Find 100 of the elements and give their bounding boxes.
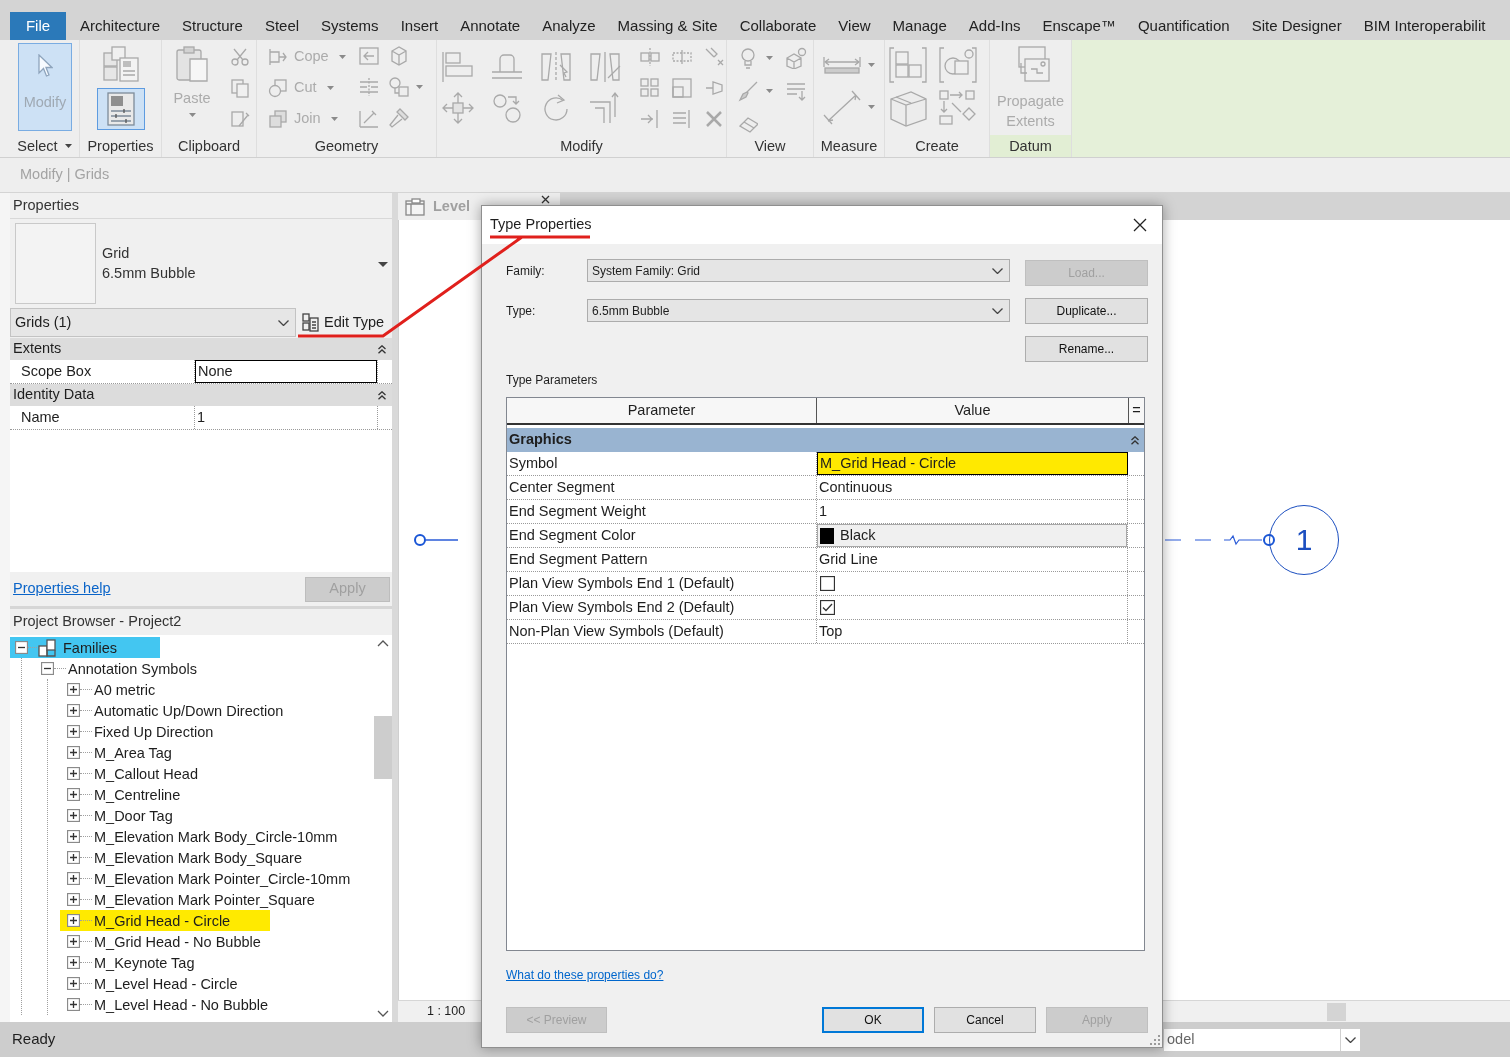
ribbon-tab[interactable]: Analyze	[531, 12, 607, 40]
scrollbar-thumb[interactable]	[1327, 1002, 1346, 1021]
sheet-pencil-icon[interactable]	[230, 109, 250, 129]
close-button[interactable]	[1132, 217, 1148, 233]
checkbox[interactable]	[820, 576, 835, 591]
cubes-sheet-icon[interactable]	[100, 45, 141, 83]
tree-item[interactable]: M_Grid Head - No Bubble	[94, 932, 261, 951]
ribbon-tab[interactable]: BIM Interoperabilit	[1352, 12, 1497, 40]
cube-icon[interactable]	[388, 45, 410, 67]
plus-box-icon[interactable]	[67, 977, 80, 990]
tree-item[interactable]: A0 metric	[94, 680, 156, 699]
plus-box-icon[interactable]	[67, 767, 80, 780]
minus-box-icon[interactable]	[15, 641, 28, 654]
tree-item[interactable]: M_Centreline	[94, 785, 181, 804]
tree-item[interactable]: M_Grid Head - Circle	[94, 911, 231, 930]
dialog-button[interactable]: Rename...	[1025, 336, 1148, 362]
drag-handle-icon[interactable]	[413, 533, 427, 547]
ribbon-tab[interactable]: Collaborate	[728, 12, 828, 40]
dialog-button[interactable]: Cancel	[934, 1007, 1036, 1033]
minus-box-icon[interactable]	[41, 662, 54, 675]
plus-box-icon[interactable]	[67, 788, 80, 801]
group-header[interactable]: Graphics	[507, 429, 572, 451]
flow-shapes-icon[interactable]	[938, 89, 978, 127]
ribbon-tab[interactable]: Structure	[171, 12, 254, 40]
chevron-down-icon[interactable]	[1345, 1036, 1356, 1043]
ribbon-tab[interactable]: Insert	[389, 12, 450, 40]
ribbon-tab[interactable]: Add-Ins	[957, 12, 1032, 40]
group-header[interactable]: Extents	[13, 338, 62, 360]
tree-item[interactable]: M_Level Head - Circle	[94, 974, 238, 993]
model-dropdown[interactable]: odel	[1164, 1028, 1360, 1051]
column-header[interactable]: Parameter	[507, 398, 817, 423]
tree-item[interactable]: M_Elevation Mark Body_Square	[94, 848, 302, 867]
circle-square-icon[interactable]	[388, 76, 410, 98]
plus-box-icon[interactable]	[67, 872, 80, 885]
dialog-button[interactable]: OK	[822, 1007, 924, 1033]
plus-box-icon[interactable]	[67, 851, 80, 864]
scrollbar-thumb[interactable]	[374, 716, 392, 779]
arrow-bar-icon[interactable]	[639, 108, 661, 130]
property-value[interactable]: None	[195, 360, 377, 383]
plus-box-icon[interactable]	[67, 956, 80, 969]
drag-handle-icon[interactable]	[1262, 533, 1276, 547]
mirror-pencil-icon[interactable]	[588, 50, 622, 84]
instance-dropdown[interactable]: Grids (1)	[10, 308, 296, 337]
color-value-button[interactable]: Black	[817, 524, 1127, 547]
property-value[interactable]: 1	[195, 406, 377, 429]
ribbon-tab[interactable]: Quantification	[1126, 12, 1241, 40]
grid-squares-icon[interactable]	[639, 77, 661, 99]
plus-box-icon[interactable]	[67, 746, 80, 759]
plus-box-icon[interactable]	[67, 683, 80, 696]
edit-type-button[interactable]: Edit Type	[298, 308, 392, 337]
chevrons-up-icon[interactable]	[378, 390, 386, 400]
chevrons-up-icon[interactable]	[1131, 435, 1139, 445]
ribbon-tab[interactable]: Enscape™	[1031, 12, 1127, 40]
copy-icon[interactable]	[230, 78, 250, 98]
parameter-value[interactable]: Top	[817, 620, 1128, 643]
resize-grip-icon[interactable]	[1150, 1035, 1160, 1045]
ribbon-tab[interactable]: Steel	[253, 12, 311, 40]
ruler-icon[interactable]	[822, 55, 862, 75]
parameter-value[interactable]: Grid Line	[817, 548, 1128, 571]
dialog-dropdown[interactable]: 6.5mm Bubble	[587, 299, 1010, 322]
tree-item[interactable]: M_Area Tag	[94, 743, 172, 762]
tree-item[interactable]: Automatic Up/Down Direction	[94, 701, 284, 720]
plus-box-icon[interactable]	[67, 935, 80, 948]
chevron-down-icon[interactable]	[278, 319, 289, 326]
tree-item[interactable]: M_Elevation Mark Pointer_Circle-10mm	[94, 869, 351, 888]
plus-box-icon[interactable]	[67, 893, 80, 906]
plus-box-icon[interactable]	[67, 998, 80, 1011]
lines-bar-icon[interactable]	[671, 108, 693, 130]
plus-box-icon[interactable]	[67, 914, 80, 927]
plus-box-icon[interactable]	[67, 704, 80, 717]
align-icon[interactable]	[441, 50, 475, 84]
tree-item[interactable]: M_Callout Head	[94, 764, 198, 783]
ribbon-tab[interactable]: Systems	[310, 12, 390, 40]
slash-cross-icon[interactable]	[703, 46, 725, 68]
dialog-button[interactable]: Duplicate...	[1025, 298, 1148, 324]
close-icon[interactable]	[541, 195, 550, 204]
tree-item[interactable]: M_Door Tag	[94, 806, 173, 825]
diagonal-measure-icon[interactable]	[822, 89, 862, 125]
tree-item[interactable]: Fixed Up Direction	[94, 722, 214, 741]
properties-palette-toggle[interactable]	[96, 88, 145, 130]
chevron-down-icon[interactable]	[992, 307, 1003, 314]
caret-icon[interactable]	[378, 262, 388, 267]
ribbon-tab[interactable]: Manage	[881, 12, 958, 40]
lines-arrow-icon[interactable]	[785, 80, 807, 102]
hammer-icon[interactable]	[388, 107, 410, 129]
tree-item[interactable]: M_Level Head - No Bubble	[94, 995, 269, 1014]
column-header[interactable]: =	[1129, 398, 1144, 423]
bulb-icon[interactable]	[738, 47, 758, 69]
column-header[interactable]: Value	[817, 398, 1129, 423]
plus-box-icon[interactable]	[67, 725, 80, 738]
circles-arrow-icon[interactable]	[490, 91, 524, 125]
plus-box-icon[interactable]	[67, 830, 80, 843]
nested-squares-icon[interactable]	[671, 77, 693, 99]
view-scale[interactable]: 1 : 100	[427, 1002, 466, 1021]
ribbon-tab[interactable]: View	[827, 12, 882, 40]
cube-circle-icon[interactable]	[785, 47, 807, 69]
move-arrows-icon[interactable]	[441, 91, 475, 125]
tree-item[interactable]: M_Keynote Tag	[94, 953, 195, 972]
plus-box-icon[interactable]	[67, 809, 80, 822]
caret-icon[interactable]	[64, 144, 72, 149]
